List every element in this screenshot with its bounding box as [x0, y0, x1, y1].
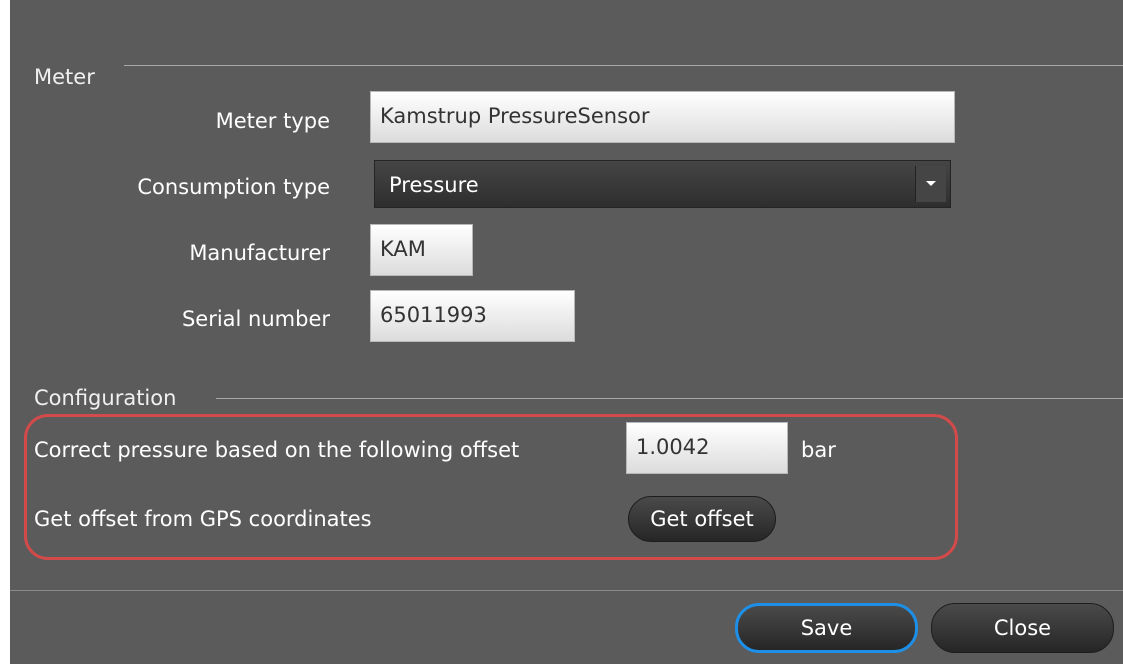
get-offset-button[interactable]: Get offset — [628, 496, 776, 542]
close-button[interactable]: Close — [931, 603, 1114, 653]
meter-type-field[interactable]: Kamstrup PressureSensor — [370, 91, 955, 143]
offset-label: Correct pressure based on the following … — [34, 438, 520, 462]
meter-section-rule — [124, 65, 1123, 66]
manufacturer-label: Manufacturer — [189, 241, 330, 265]
meter-type-label: Meter type — [215, 109, 330, 133]
gps-label: Get offset from GPS coordinates — [34, 507, 372, 531]
save-button[interactable]: Save — [735, 603, 918, 653]
serial-number-label: Serial number — [181, 307, 330, 331]
configuration-section-rule — [216, 398, 1123, 399]
consumption-type-dropdown-button[interactable] — [915, 166, 946, 202]
chevron-down-icon — [926, 181, 936, 186]
consumption-type-value: Pressure — [389, 173, 479, 197]
serial-number-field[interactable]: 65011993 — [370, 290, 575, 342]
manufacturer-field[interactable]: KAM — [370, 224, 473, 276]
footer-divider — [10, 590, 1123, 591]
configuration-section-title: Configuration — [34, 386, 177, 410]
meter-dialog: Meter Meter type Kamstrup PressureSensor… — [10, 0, 1123, 664]
offset-input[interactable]: 1.0042 — [626, 422, 788, 474]
offset-unit: bar — [801, 438, 836, 462]
meter-section-title: Meter — [34, 65, 95, 89]
consumption-type-select[interactable]: Pressure — [374, 160, 951, 208]
consumption-type-label: Consumption type — [137, 175, 330, 199]
